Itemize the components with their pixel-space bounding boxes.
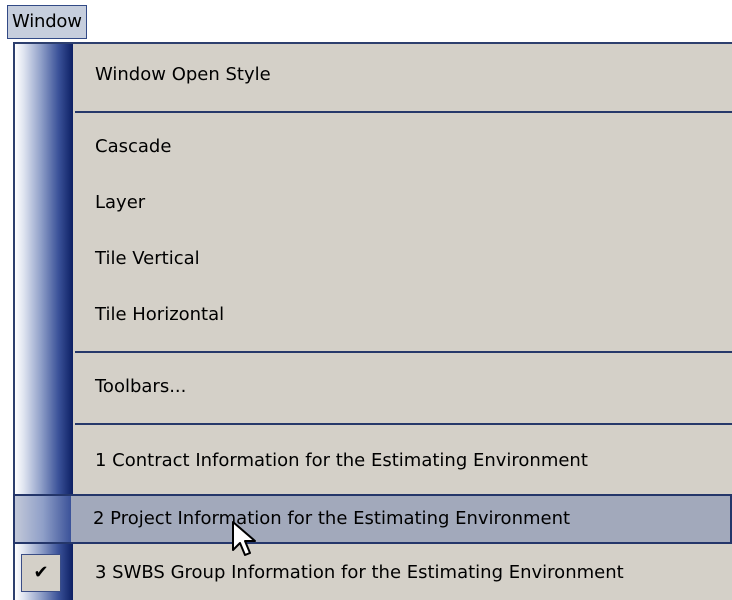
menu-item-window-3[interactable]: ✔ 3 SWBS Group Information for the Estim… bbox=[15, 548, 732, 598]
menu-item-label: 1 Contract Information for the Estimatin… bbox=[95, 450, 588, 471]
menu-item-layer[interactable]: Layer bbox=[15, 178, 732, 228]
menu-item-window-open-style[interactable]: Window Open Style bbox=[15, 50, 732, 100]
menu-item-window-1[interactable]: 1 Contract Information for the Estimatin… bbox=[15, 436, 732, 486]
menu-item-tile-vertical[interactable]: Tile Vertical bbox=[15, 234, 732, 284]
menu-item-label: Tile Vertical bbox=[95, 248, 200, 269]
menu-item-label: 3 SWBS Group Information for the Estimat… bbox=[95, 562, 624, 583]
menu-item-window-2[interactable]: 2 Project Information for the Estimating… bbox=[13, 494, 732, 544]
menu-item-toolbars[interactable]: Toolbars... bbox=[15, 362, 732, 412]
menu-item-label: 2 Project Information for the Estimating… bbox=[93, 508, 571, 529]
menu-item-tile-horizontal[interactable]: Tile Horizontal bbox=[15, 290, 732, 340]
menu-item-label: Window Open Style bbox=[95, 64, 271, 85]
menu-item-label: Tile Horizontal bbox=[95, 304, 225, 325]
window-dropdown-menu: Window Open Style Cascade Layer Tile Ver… bbox=[13, 42, 732, 600]
mouse-cursor-icon bbox=[232, 521, 256, 556]
menu-item-label: Toolbars... bbox=[95, 376, 187, 397]
menu-bar: Window bbox=[0, 0, 732, 43]
menu-separator bbox=[75, 111, 732, 113]
menu-gutter-highlight bbox=[15, 496, 71, 542]
menu-item-label: Cascade bbox=[95, 136, 172, 157]
menu-separator bbox=[75, 423, 732, 425]
window-menu-title[interactable]: Window bbox=[7, 5, 87, 39]
checkmark-icon: ✔ bbox=[21, 554, 61, 592]
menu-separator bbox=[75, 351, 732, 353]
menu-item-label: Layer bbox=[95, 192, 146, 213]
menu-item-cascade[interactable]: Cascade bbox=[15, 122, 732, 172]
